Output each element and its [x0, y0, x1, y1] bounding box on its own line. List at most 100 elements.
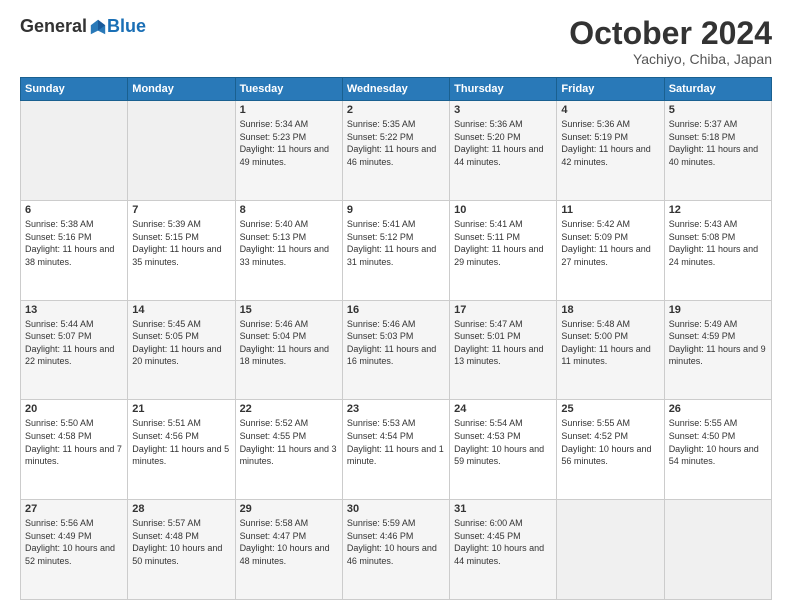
table-row: 7 Sunrise: 5:39 AMSunset: 5:15 PMDaylight… [128, 200, 235, 300]
table-row: 13 Sunrise: 5:44 AMSunset: 5:07 PMDayligh… [21, 300, 128, 400]
day-number: 13 [25, 304, 123, 316]
day-info: Sunrise: 5:59 AMSunset: 4:46 PMDaylight:… [347, 517, 445, 567]
table-row: 9Sunrise: 5:41 AMSunset: 5:12 PMDaylight… [342, 200, 449, 300]
day-info: Sunrise: 5:37 AMSunset: 5:18 PMDaylight:… [669, 118, 767, 168]
logo: General Blue [20, 16, 146, 37]
table-row: 25 Sunrise: 5:55 AMSunset: 4:52 PMDayligh… [557, 400, 664, 500]
table-row: 31 Sunrise: 6:00 AMSunset: 4:45 PMDayligh… [450, 500, 557, 600]
header-friday: Friday [557, 78, 664, 101]
table-row [664, 500, 771, 600]
day-number: 27 [25, 503, 123, 515]
day-number: 1 [240, 104, 338, 116]
table-row: 22Sunrise: 5:52 AMSunset: 4:55 PMDayligh… [235, 400, 342, 500]
day-number: 15 [240, 304, 338, 316]
day-info: Sunrise: 5:41 AMSunset: 5:12 PMDaylight:… [347, 218, 445, 268]
calendar-week-row: 13 Sunrise: 5:44 AMSunset: 5:07 PMDayligh… [21, 300, 772, 400]
table-row: 11 Sunrise: 5:42 AMSunset: 5:09 PMDayligh… [557, 200, 664, 300]
table-row: 20Sunrise: 5:50 AMSunset: 4:58 PMDayligh… [21, 400, 128, 500]
table-row: 6Sunrise: 5:38 AMSunset: 5:16 PMDaylight… [21, 200, 128, 300]
day-number: 12 [669, 204, 767, 216]
calendar-week-row: 20Sunrise: 5:50 AMSunset: 4:58 PMDayligh… [21, 400, 772, 500]
day-info: Sunrise: 5:55 AMSunset: 4:50 PMDaylight:… [669, 417, 767, 467]
table-row [21, 101, 128, 201]
logo-general-text: General [20, 16, 87, 37]
day-info: Sunrise: 5:40 AMSunset: 5:13 PMDaylight:… [240, 218, 338, 268]
header-sunday: Sunday [21, 78, 128, 101]
day-info: Sunrise: 5:46 AMSunset: 5:04 PMDaylight:… [240, 318, 338, 368]
day-info: Sunrise: 5:46 AMSunset: 5:03 PMDaylight:… [347, 318, 445, 368]
logo-icon [89, 18, 107, 36]
day-info: Sunrise: 5:42 AMSunset: 5:09 PMDaylight:… [561, 218, 659, 268]
table-row: 10Sunrise: 5:41 AMSunset: 5:11 PMDayligh… [450, 200, 557, 300]
day-number: 6 [25, 204, 123, 216]
table-row [557, 500, 664, 600]
table-row: 27 Sunrise: 5:56 AMSunset: 4:49 PMDayligh… [21, 500, 128, 600]
day-number: 17 [454, 304, 552, 316]
day-number: 28 [132, 503, 230, 515]
day-info: Sunrise: 5:34 AMSunset: 5:23 PMDaylight:… [240, 118, 338, 168]
month-title: October 2024 [569, 16, 772, 51]
day-number: 24 [454, 403, 552, 415]
table-row: 30 Sunrise: 5:59 AMSunset: 4:46 PMDayligh… [342, 500, 449, 600]
day-info: Sunrise: 5:48 AMSunset: 5:00 PMDaylight:… [561, 318, 659, 368]
day-number: 7 [132, 204, 230, 216]
day-info: Sunrise: 5:53 AMSunset: 4:54 PMDaylight:… [347, 417, 445, 467]
logo-blue-text: Blue [107, 16, 146, 37]
table-row: 1 Sunrise: 5:34 AMSunset: 5:23 PMDaylight… [235, 101, 342, 201]
table-row [128, 101, 235, 201]
table-row: 5 Sunrise: 5:37 AMSunset: 5:18 PMDaylight… [664, 101, 771, 201]
day-info: Sunrise: 5:54 AMSunset: 4:53 PMDaylight:… [454, 417, 552, 467]
table-row: 8 Sunrise: 5:40 AMSunset: 5:13 PMDaylight… [235, 200, 342, 300]
day-number: 8 [240, 204, 338, 216]
day-info: Sunrise: 5:36 AMSunset: 5:20 PMDaylight:… [454, 118, 552, 168]
day-info: Sunrise: 5:47 AMSunset: 5:01 PMDaylight:… [454, 318, 552, 368]
header: General Blue October 2024 Yachiyo, Chiba… [20, 16, 772, 67]
day-number: 22 [240, 403, 338, 415]
calendar-week-row: 6Sunrise: 5:38 AMSunset: 5:16 PMDaylight… [21, 200, 772, 300]
day-number: 3 [454, 104, 552, 116]
day-number: 18 [561, 304, 659, 316]
table-row: 21 Sunrise: 5:51 AMSunset: 4:56 PMDayligh… [128, 400, 235, 500]
table-row: 15 Sunrise: 5:46 AMSunset: 5:04 PMDayligh… [235, 300, 342, 400]
table-row: 28 Sunrise: 5:57 AMSunset: 4:48 PMDayligh… [128, 500, 235, 600]
day-number: 2 [347, 104, 445, 116]
table-row: 18 Sunrise: 5:48 AMSunset: 5:00 PMDayligh… [557, 300, 664, 400]
day-info: Sunrise: 5:43 AMSunset: 5:08 PMDaylight:… [669, 218, 767, 268]
day-info: Sunrise: 5:56 AMSunset: 4:49 PMDaylight:… [25, 517, 123, 567]
day-number: 25 [561, 403, 659, 415]
day-info: Sunrise: 6:00 AMSunset: 4:45 PMDaylight:… [454, 517, 552, 567]
day-number: 11 [561, 204, 659, 216]
day-info: Sunrise: 5:39 AMSunset: 5:15 PMDaylight:… [132, 218, 230, 268]
location: Yachiyo, Chiba, Japan [569, 51, 772, 67]
day-info: Sunrise: 5:51 AMSunset: 4:56 PMDaylight:… [132, 417, 230, 467]
day-info: Sunrise: 5:57 AMSunset: 4:48 PMDaylight:… [132, 517, 230, 567]
day-info: Sunrise: 5:55 AMSunset: 4:52 PMDaylight:… [561, 417, 659, 467]
page: General Blue October 2024 Yachiyo, Chiba… [0, 0, 792, 612]
title-block: October 2024 Yachiyo, Chiba, Japan [569, 16, 772, 67]
day-info: Sunrise: 5:58 AMSunset: 4:47 PMDaylight:… [240, 517, 338, 567]
header-wednesday: Wednesday [342, 78, 449, 101]
calendar-week-row: 27 Sunrise: 5:56 AMSunset: 4:49 PMDayligh… [21, 500, 772, 600]
table-row: 19Sunrise: 5:49 AMSunset: 4:59 PMDayligh… [664, 300, 771, 400]
day-number: 14 [132, 304, 230, 316]
header-monday: Monday [128, 78, 235, 101]
header-thursday: Thursday [450, 78, 557, 101]
calendar-table: Sunday Monday Tuesday Wednesday Thursday… [20, 77, 772, 600]
table-row: 4Sunrise: 5:36 AMSunset: 5:19 PMDaylight… [557, 101, 664, 201]
day-number: 30 [347, 503, 445, 515]
table-row: 2 Sunrise: 5:35 AMSunset: 5:22 PMDaylight… [342, 101, 449, 201]
table-row: 23Sunrise: 5:53 AMSunset: 4:54 PMDayligh… [342, 400, 449, 500]
day-info: Sunrise: 5:44 AMSunset: 5:07 PMDaylight:… [25, 318, 123, 368]
table-row: 17 Sunrise: 5:47 AMSunset: 5:01 PMDayligh… [450, 300, 557, 400]
table-row: 29 Sunrise: 5:58 AMSunset: 4:47 PMDayligh… [235, 500, 342, 600]
table-row: 16Sunrise: 5:46 AMSunset: 5:03 PMDayligh… [342, 300, 449, 400]
day-number: 21 [132, 403, 230, 415]
table-row: 26Sunrise: 5:55 AMSunset: 4:50 PMDayligh… [664, 400, 771, 500]
header-tuesday: Tuesday [235, 78, 342, 101]
day-number: 29 [240, 503, 338, 515]
weekday-header-row: Sunday Monday Tuesday Wednesday Thursday… [21, 78, 772, 101]
day-number: 31 [454, 503, 552, 515]
day-info: Sunrise: 5:35 AMSunset: 5:22 PMDaylight:… [347, 118, 445, 168]
day-info: Sunrise: 5:49 AMSunset: 4:59 PMDaylight:… [669, 318, 767, 368]
day-number: 5 [669, 104, 767, 116]
